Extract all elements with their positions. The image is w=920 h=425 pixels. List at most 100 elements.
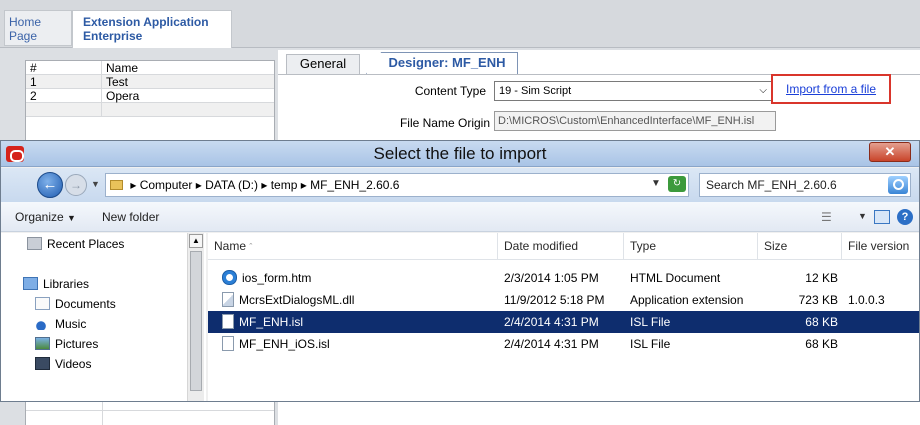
grid-row[interactable]: 2 Opera <box>26 89 274 103</box>
nav-label: Libraries <box>43 277 90 291</box>
file-version: 1.0.0.3 <box>848 293 885 307</box>
breadcrumb-computer[interactable]: Computer <box>140 178 193 192</box>
chevron-down-icon: ⌵ <box>759 85 767 96</box>
navigation-pane: Recent Places Libraries Documents Music … <box>1 233 206 401</box>
isl-file-icon <box>222 314 234 329</box>
column-header-type[interactable]: Type <box>624 233 758 259</box>
refresh-icon[interactable]: ↻ <box>668 176 686 192</box>
tab-designer[interactable]: Designer: MF_ENH <box>366 52 518 74</box>
grid-row-empty <box>26 103 274 117</box>
isl-file-icon <box>222 336 234 351</box>
dialog-title: Select the file to import <box>373 144 547 163</box>
close-button[interactable]: ✕ <box>869 142 911 162</box>
search-input[interactable]: Search MF_ENH_2.60.6 <box>699 173 911 197</box>
tab-extension-application-enterprise[interactable]: Extension Application Enterprise <box>72 10 232 48</box>
file-row-selected[interactable]: MF_ENH.isl 2/4/2014 4:31 PM ISL File 68 … <box>208 311 919 333</box>
organize-label: Organize <box>15 210 64 224</box>
grid-cell-name: Opera <box>106 89 140 103</box>
new-folder-button[interactable]: New folder <box>102 202 159 232</box>
search-icon[interactable] <box>888 176 908 194</box>
navigation-scrollbar[interactable]: ▲ <box>187 233 204 401</box>
file-name-origin-label: File Name Origin <box>399 116 490 130</box>
arrow-right-icon: → <box>70 178 82 192</box>
dialog-titlebar[interactable]: Select the file to import ✕ <box>1 141 919 167</box>
column-header-size[interactable]: Size <box>758 233 842 259</box>
nav-libraries[interactable]: Libraries <box>23 275 89 293</box>
grid-bottom-strip <box>25 402 275 425</box>
breadcrumb-mf-enh[interactable]: MF_ENH_2.60.6 <box>310 178 399 192</box>
file-name-origin-field[interactable]: D:\MICROS\Custom\EnhancedInterface\MF_EN… <box>494 111 776 131</box>
nav-documents[interactable]: Documents <box>35 295 116 313</box>
nav-pictures[interactable]: Pictures <box>35 335 98 353</box>
content-type-select[interactable]: 19 - Sim Script ⌵ <box>494 81 774 101</box>
file-list: Name ˆ Date modified Type Size File vers… <box>208 233 919 401</box>
close-icon: ✕ <box>884 144 896 159</box>
file-type: HTML Document <box>630 271 721 285</box>
breadcrumb-temp[interactable]: temp <box>271 178 298 192</box>
file-row[interactable]: ios_form.htm 2/3/2014 1:05 PM HTML Docum… <box>208 267 919 289</box>
grid-header-row: # Name <box>26 61 274 75</box>
breadcrumb-separator: ▸ <box>261 178 271 192</box>
search-placeholder: Search MF_ENH_2.60.6 <box>706 178 837 192</box>
address-bar: ← → ▼ ▸ Computer ▸ DATA (D:) ▸ temp ▸ MF… <box>1 168 919 202</box>
grid-row[interactable]: 1 Test <box>26 75 274 89</box>
tab-general[interactable]: General <box>286 54 360 74</box>
sort-ascending-icon: ˆ <box>249 242 253 252</box>
scroll-up-icon[interactable]: ▲ <box>189 234 203 248</box>
breadcrumb-data-drive[interactable]: DATA (D:) <box>205 178 258 192</box>
breadcrumb[interactable]: ▸ Computer ▸ DATA (D:) ▸ temp ▸ MF_ENH_2… <box>105 173 689 197</box>
nav-videos[interactable]: Videos <box>35 355 91 373</box>
select-file-dialog: Select the file to import ✕ ← → ▼ ▸ Comp… <box>0 140 920 402</box>
help-icon[interactable]: ? <box>897 209 913 225</box>
videos-icon <box>35 357 50 370</box>
grid-cell-empty <box>102 103 274 116</box>
nav-label: Pictures <box>55 337 99 351</box>
view-options-dropdown-icon[interactable]: ▼ <box>858 211 867 221</box>
nav-recent-places[interactable]: Recent Places <box>27 235 124 253</box>
designer-bottom-strip <box>278 402 920 425</box>
tab-home-page[interactable]: Home Page <box>4 10 72 46</box>
file-size: 68 KB <box>805 337 838 351</box>
forward-button[interactable]: → <box>65 174 87 196</box>
file-type: ISL File <box>630 315 671 329</box>
content-type-value: 19 - Sim Script <box>499 85 572 97</box>
file-row[interactable]: McrsExtDialogsML.dll 11/9/2012 5:18 PM A… <box>208 289 919 311</box>
column-header-file-version[interactable]: File version <box>842 233 919 259</box>
nav-label: Documents <box>55 297 116 311</box>
grid-cell-empty <box>26 103 102 116</box>
file-size: 723 KB <box>798 293 838 307</box>
column-header-date-modified[interactable]: Date modified <box>498 233 624 259</box>
file-row[interactable]: MF_ENH_iOS.isl 2/4/2014 4:31 PM ISL File… <box>208 333 919 355</box>
import-from-file-link[interactable]: Import from a file <box>771 74 891 104</box>
grid-cell-number: 2 <box>26 89 102 103</box>
folder-icon <box>110 180 123 190</box>
recent-locations-dropdown[interactable]: ▼ <box>91 179 100 189</box>
file-name: MF_ENH_iOS.isl <box>239 337 330 351</box>
html-file-icon <box>222 270 237 285</box>
grid-header-name[interactable]: Name <box>102 61 274 75</box>
preview-pane-icon[interactable] <box>874 210 890 224</box>
nav-music[interactable]: Music <box>35 315 86 333</box>
column-header-divider <box>208 259 919 260</box>
recent-places-icon <box>27 237 42 250</box>
nav-label: Music <box>55 317 87 331</box>
path-dropdown-icon[interactable]: ▼ <box>651 173 661 195</box>
file-date: 2/4/2014 4:31 PM <box>504 315 599 329</box>
music-icon <box>35 317 50 330</box>
column-header-name[interactable]: Name ˆ <box>208 233 498 259</box>
file-size: 68 KB <box>805 315 838 329</box>
chevron-down-icon: ▼ <box>67 213 76 223</box>
grid-cell-number: 1 <box>26 75 102 89</box>
scrollbar-thumb[interactable] <box>190 251 202 391</box>
file-size: 12 KB <box>805 271 838 285</box>
file-name: McrsExtDialogsML.dll <box>239 293 355 307</box>
grid-header-number[interactable]: # <box>26 61 102 75</box>
change-view-icon[interactable]: ☰ <box>821 210 832 224</box>
dll-file-icon <box>222 292 234 307</box>
file-type: ISL File <box>630 337 671 351</box>
organize-button[interactable]: Organize ▼ <box>15 202 76 233</box>
nav-label: Recent Places <box>47 237 125 251</box>
documents-icon <box>35 297 50 310</box>
file-name: ios_form.htm <box>242 271 312 285</box>
back-button[interactable]: ← <box>37 172 63 198</box>
